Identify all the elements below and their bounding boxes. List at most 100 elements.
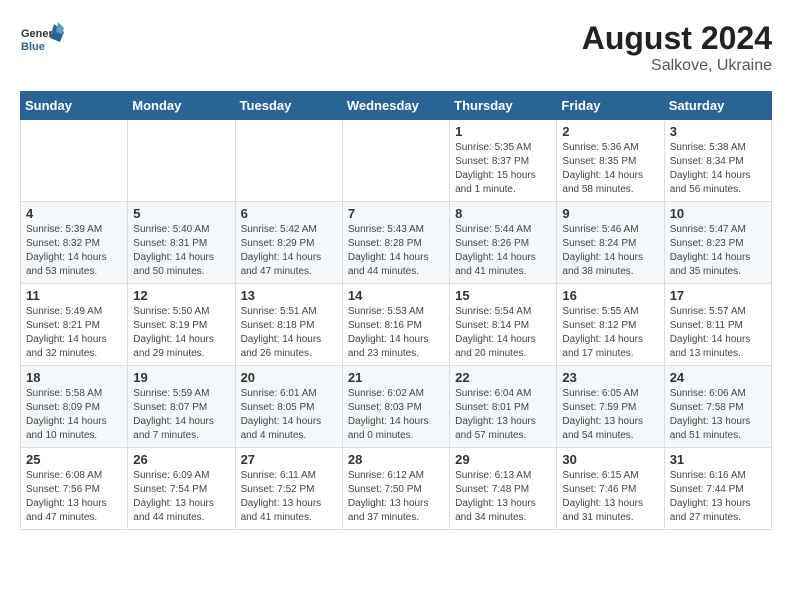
day-cell: 5Sunrise: 5:40 AM Sunset: 8:31 PM Daylig… (128, 202, 235, 284)
day-info: Sunrise: 6:12 AM Sunset: 7:50 PM Dayligh… (348, 469, 444, 525)
day-info: Sunrise: 5:38 AM Sunset: 8:34 PM Dayligh… (670, 141, 766, 197)
day-cell (235, 120, 342, 202)
day-header-monday: Monday (128, 92, 235, 120)
day-info: Sunrise: 6:16 AM Sunset: 7:44 PM Dayligh… (670, 469, 766, 525)
day-info: Sunrise: 5:50 AM Sunset: 8:19 PM Dayligh… (133, 305, 229, 361)
day-number: 25 (26, 452, 122, 467)
day-info: Sunrise: 5:58 AM Sunset: 8:09 PM Dayligh… (26, 387, 122, 443)
day-cell (21, 120, 128, 202)
day-number: 30 (562, 452, 658, 467)
day-header-wednesday: Wednesday (342, 92, 449, 120)
day-header-saturday: Saturday (664, 92, 771, 120)
day-cell: 17 Sunrise: 5:57 AM Sunset: 8:11 PM Dayli… (664, 284, 771, 366)
week-row-1: 4 Sunrise: 5:39 AM Sunset: 8:32 PM Daylig… (21, 202, 772, 284)
day-info: Sunrise: 6:09 AM Sunset: 7:54 PM Dayligh… (133, 469, 229, 525)
day-cell: 22Sunrise: 6:04 AM Sunset: 8:01 PM Dayli… (450, 366, 557, 448)
day-info: Sunrise: 5:53 AM Sunset: 8:16 PM Dayligh… (348, 305, 444, 361)
day-info: Sunrise: 5:59 AM Sunset: 8:07 PM Dayligh… (133, 387, 229, 443)
logo-svg: General Blue (20, 20, 64, 64)
day-header-tuesday: Tuesday (235, 92, 342, 120)
day-cell: 1Sunrise: 5:35 AM Sunset: 8:37 PM Daylig… (450, 120, 557, 202)
day-info: Sunrise: 5:49 AM Sunset: 8:21 PM Dayligh… (26, 305, 122, 361)
day-number: 13 (241, 288, 337, 303)
day-cell: 7 Sunrise: 5:43 AM Sunset: 8:28 PM Daylig… (342, 202, 449, 284)
calendar-table: SundayMondayTuesdayWednesdayThursdayFrid… (20, 91, 772, 530)
day-info: Sunrise: 5:55 AM Sunset: 8:12 PM Dayligh… (562, 305, 658, 361)
day-cell: 11 Sunrise: 5:49 AM Sunset: 8:21 PM Dayli… (21, 284, 128, 366)
day-number: 15 (455, 288, 551, 303)
day-cell: 6 Sunrise: 5:42 AM Sunset: 8:29 PM Daylig… (235, 202, 342, 284)
day-header-sunday: Sunday (21, 92, 128, 120)
day-cell: 19 Sunrise: 5:59 AM Sunset: 8:07 PM Dayli… (128, 366, 235, 448)
day-info: Sunrise: 6:01 AM Sunset: 8:05 PM Dayligh… (241, 387, 337, 443)
day-number: 6 (241, 206, 337, 221)
logo: General Blue (20, 20, 64, 64)
day-number: 7 (348, 206, 444, 221)
day-cell: 16Sunrise: 5:55 AM Sunset: 8:12 PM Dayli… (557, 284, 664, 366)
day-cell: 24 Sunrise: 6:06 AM Sunset: 7:58 PM Dayli… (664, 366, 771, 448)
day-cell: 8 Sunrise: 5:44 AM Sunset: 8:26 PM Daylig… (450, 202, 557, 284)
day-info: Sunrise: 5:57 AM Sunset: 8:11 PM Dayligh… (670, 305, 766, 361)
day-number: 5 (133, 206, 229, 221)
day-number: 3 (670, 124, 766, 139)
day-number: 20 (241, 370, 337, 385)
day-number: 19 (133, 370, 229, 385)
day-header-friday: Friday (557, 92, 664, 120)
day-number: 26 (133, 452, 229, 467)
day-number: 27 (241, 452, 337, 467)
day-info: Sunrise: 5:51 AM Sunset: 8:18 PM Dayligh… (241, 305, 337, 361)
day-cell: 12 Sunrise: 5:50 AM Sunset: 8:19 PM Dayli… (128, 284, 235, 366)
day-number: 22 (455, 370, 551, 385)
day-number: 4 (26, 206, 122, 221)
day-info: Sunrise: 5:36 AM Sunset: 8:35 PM Dayligh… (562, 141, 658, 197)
day-number: 29 (455, 452, 551, 467)
day-cell: 29 Sunrise: 6:13 AM Sunset: 7:48 PM Dayli… (450, 448, 557, 530)
day-info: Sunrise: 6:13 AM Sunset: 7:48 PM Dayligh… (455, 469, 551, 525)
calendar-header: SundayMondayTuesdayWednesdayThursdayFrid… (21, 92, 772, 120)
day-number: 9 (562, 206, 658, 221)
page-header: General Blue August 2024 Salkove, Ukrain… (20, 20, 772, 75)
day-cell: 9 Sunrise: 5:46 AM Sunset: 8:24 PM Daylig… (557, 202, 664, 284)
calendar-title: August 2024 (582, 20, 772, 57)
day-number: 18 (26, 370, 122, 385)
day-number: 10 (670, 206, 766, 221)
day-cell: 10 Sunrise: 5:47 AM Sunset: 8:23 PM Dayli… (664, 202, 771, 284)
calendar-subtitle: Salkove, Ukraine (582, 57, 772, 75)
day-info: Sunrise: 5:43 AM Sunset: 8:28 PM Dayligh… (348, 223, 444, 279)
day-cell: 25Sunrise: 6:08 AM Sunset: 7:56 PM Dayli… (21, 448, 128, 530)
day-info: Sunrise: 5:47 AM Sunset: 8:23 PM Dayligh… (670, 223, 766, 279)
day-number: 28 (348, 452, 444, 467)
day-cell: 4 Sunrise: 5:39 AM Sunset: 8:32 PM Daylig… (21, 202, 128, 284)
day-cell: 3 Sunrise: 5:38 AM Sunset: 8:34 PM Daylig… (664, 120, 771, 202)
day-cell: 13 Sunrise: 5:51 AM Sunset: 8:18 PM Dayli… (235, 284, 342, 366)
day-cell: 21Sunrise: 6:02 AM Sunset: 8:03 PM Dayli… (342, 366, 449, 448)
day-info: Sunrise: 5:46 AM Sunset: 8:24 PM Dayligh… (562, 223, 658, 279)
day-info: Sunrise: 5:44 AM Sunset: 8:26 PM Dayligh… (455, 223, 551, 279)
day-number: 1 (455, 124, 551, 139)
day-cell: 26 Sunrise: 6:09 AM Sunset: 7:54 PM Dayli… (128, 448, 235, 530)
week-row-0: 1Sunrise: 5:35 AM Sunset: 8:37 PM Daylig… (21, 120, 772, 202)
day-info: Sunrise: 5:39 AM Sunset: 8:32 PM Dayligh… (26, 223, 122, 279)
calendar-body: 1Sunrise: 5:35 AM Sunset: 8:37 PM Daylig… (21, 120, 772, 530)
day-cell: 23Sunrise: 6:05 AM Sunset: 7:59 PM Dayli… (557, 366, 664, 448)
title-block: August 2024 Salkove, Ukraine (582, 20, 772, 75)
day-info: Sunrise: 6:06 AM Sunset: 7:58 PM Dayligh… (670, 387, 766, 443)
day-number: 11 (26, 288, 122, 303)
day-number: 8 (455, 206, 551, 221)
day-cell: 14 Sunrise: 5:53 AM Sunset: 8:16 PM Dayli… (342, 284, 449, 366)
day-cell: 30Sunrise: 6:15 AM Sunset: 7:46 PM Dayli… (557, 448, 664, 530)
day-number: 12 (133, 288, 229, 303)
day-cell (128, 120, 235, 202)
day-cell: 2 Sunrise: 5:36 AM Sunset: 8:35 PM Daylig… (557, 120, 664, 202)
day-info: Sunrise: 5:42 AM Sunset: 8:29 PM Dayligh… (241, 223, 337, 279)
day-number: 17 (670, 288, 766, 303)
day-info: Sunrise: 6:11 AM Sunset: 7:52 PM Dayligh… (241, 469, 337, 525)
day-number: 2 (562, 124, 658, 139)
day-header-thursday: Thursday (450, 92, 557, 120)
day-cell: 31Sunrise: 6:16 AM Sunset: 7:44 PM Dayli… (664, 448, 771, 530)
day-cell: 20 Sunrise: 6:01 AM Sunset: 8:05 PM Dayli… (235, 366, 342, 448)
day-number: 24 (670, 370, 766, 385)
day-number: 23 (562, 370, 658, 385)
day-number: 14 (348, 288, 444, 303)
day-number: 21 (348, 370, 444, 385)
